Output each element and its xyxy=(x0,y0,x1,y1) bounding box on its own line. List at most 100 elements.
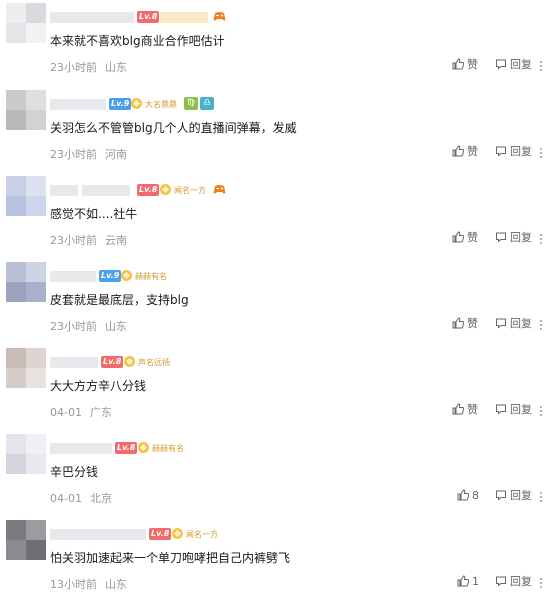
comment-text: 关羽怎么不管管blg几个人的直播间弹幕，发威 xyxy=(50,121,297,135)
thumb-up-icon xyxy=(452,317,465,329)
like-button[interactable]: 赞 xyxy=(452,145,478,159)
username-blurred[interactable] xyxy=(50,12,134,23)
medal-label: 声名远扬 xyxy=(138,358,170,367)
like-label: 赞 xyxy=(467,231,478,244)
medal-label: 闻名一方 xyxy=(174,186,206,195)
like-button[interactable]: 赞 xyxy=(452,231,478,245)
more-options-icon[interactable] xyxy=(540,61,543,71)
comment-meta: 13小时前 山东 xyxy=(50,576,127,592)
like-button[interactable]: 赞 xyxy=(452,403,478,417)
fan-medal: 赫赫有名 xyxy=(138,442,184,454)
level-badge: Lv.9 xyxy=(109,98,132,110)
timestamp: 04-01 xyxy=(50,492,82,505)
reply-button[interactable]: 回复 xyxy=(495,403,532,417)
comment-item: Lv.8 闻名一方 怕关羽加速起来一个单刀咆哮把自己内裤劈飞 13小时前 山东 1… xyxy=(0,520,550,606)
comment-item: Lv.8 赫赫有名 辛巴分钱 04-01 北京 8 回复 xyxy=(0,434,550,520)
reply-icon xyxy=(496,318,506,329)
thumb-up-icon xyxy=(452,145,465,157)
comment-text: 辛巴分钱 xyxy=(50,465,99,479)
timestamp: 13小时前 xyxy=(50,578,97,591)
medal-icon xyxy=(138,442,149,453)
avatar[interactable] xyxy=(6,434,46,474)
thumb-up-icon xyxy=(457,575,470,587)
more-options-icon[interactable] xyxy=(540,406,543,416)
reply-button[interactable]: 回复 xyxy=(495,231,532,245)
reply-button[interactable]: 回复 xyxy=(495,58,532,72)
like-button[interactable]: 8 xyxy=(457,489,479,503)
username-blurred[interactable] xyxy=(50,99,106,110)
level-badge: Lv.8 xyxy=(149,528,172,540)
fan-medal: 闻名一方 xyxy=(160,184,206,196)
reply-icon xyxy=(496,232,506,243)
reply-label: 回复 xyxy=(510,403,532,416)
reply-label: 回复 xyxy=(510,58,532,71)
avatar[interactable] xyxy=(6,348,46,388)
username-blurred[interactable] xyxy=(50,357,98,368)
avatar[interactable] xyxy=(6,176,46,216)
more-options-icon[interactable] xyxy=(540,148,543,158)
reply-label: 回复 xyxy=(510,145,532,158)
avatar[interactable] xyxy=(6,520,46,560)
like-button[interactable]: 赞 xyxy=(452,58,478,72)
avatar[interactable] xyxy=(6,3,46,43)
more-options-icon[interactable] xyxy=(540,234,543,244)
thumb-up-icon xyxy=(457,489,470,501)
avatar[interactable] xyxy=(6,262,46,302)
timestamp: 23小时前 xyxy=(50,61,97,74)
medal-icon xyxy=(124,356,135,367)
timestamp: 23小时前 xyxy=(50,320,97,333)
reply-label: 回复 xyxy=(510,489,532,502)
game-controller-icon xyxy=(213,185,226,194)
timestamp: 23小时前 xyxy=(50,148,97,161)
reply-button[interactable]: 回复 xyxy=(495,575,532,589)
comment-item: Lv.8 本来就不喜欢blg商业合作吧估计 23小时前 山东 赞 回复 xyxy=(0,3,550,89)
reply-button[interactable]: 回复 xyxy=(495,489,532,503)
comment-text: 感觉不如....社牛 xyxy=(50,207,138,221)
avatar[interactable] xyxy=(6,90,46,130)
reply-label: 回复 xyxy=(510,575,532,588)
username-blurred[interactable] xyxy=(50,443,112,454)
more-options-icon[interactable] xyxy=(540,578,543,588)
username-blurred[interactable] xyxy=(50,529,146,540)
reply-label: 回复 xyxy=(510,317,532,330)
thumb-up-icon xyxy=(452,403,465,415)
username-blurred[interactable] xyxy=(50,185,78,196)
reply-label: 回复 xyxy=(510,231,532,244)
comment-text: 皮套就是最底层，支持blg xyxy=(50,293,189,307)
timestamp: 23小时前 xyxy=(50,234,97,247)
comment-meta: 23小时前 河南 xyxy=(50,146,127,162)
reply-button[interactable]: 回复 xyxy=(495,145,532,159)
like-count: 1 xyxy=(472,575,479,588)
comment-meta: 04-01 北京 xyxy=(50,490,112,506)
like-label: 赞 xyxy=(467,58,478,71)
medal-icon xyxy=(160,184,171,195)
comment-item: Lv.8 闻名一方 感觉不如....社牛 23小时前 云南 赞 回复 xyxy=(0,176,550,262)
fan-medal: 赫赫有名 xyxy=(121,270,167,282)
username-blurred xyxy=(82,185,130,196)
reply-button[interactable]: 回复 xyxy=(495,317,532,331)
comment-meta: 23小时前 山东 xyxy=(50,59,127,75)
ip-location: 山东 xyxy=(105,61,127,74)
more-options-icon[interactable] xyxy=(540,320,543,330)
like-button[interactable]: 1 xyxy=(457,575,479,589)
like-label: 赞 xyxy=(467,145,478,158)
level-badge: Lv.8 xyxy=(137,11,160,23)
like-button[interactable]: 赞 xyxy=(452,317,478,331)
more-options-icon[interactable] xyxy=(540,492,543,502)
comment-text: 本来就不喜欢blg商业合作吧估计 xyxy=(50,34,225,48)
medal-icon xyxy=(121,270,132,281)
reply-icon xyxy=(496,490,506,501)
username-blurred[interactable] xyxy=(50,271,96,282)
comment-item: Lv.9 赫赫有名 皮套就是最底层，支持blg 23小时前 山东 赞 回复 xyxy=(0,262,550,348)
medal-label: 大名鼎鼎 xyxy=(145,100,177,109)
like-label: 赞 xyxy=(467,317,478,330)
comment-text: 怕关羽加速起来一个单刀咆哮把自己内裤劈飞 xyxy=(50,551,291,565)
ip-location: 广东 xyxy=(89,406,112,419)
reply-icon xyxy=(496,404,506,415)
timestamp: 04-01 xyxy=(50,406,82,419)
fan-medal: 声名远扬 xyxy=(124,356,170,368)
zodiac-libra-icon: ♎ xyxy=(200,97,214,110)
game-controller-icon xyxy=(213,12,226,21)
ip-location: 云南 xyxy=(105,234,127,247)
level-badge: Lv.8 xyxy=(137,184,160,196)
